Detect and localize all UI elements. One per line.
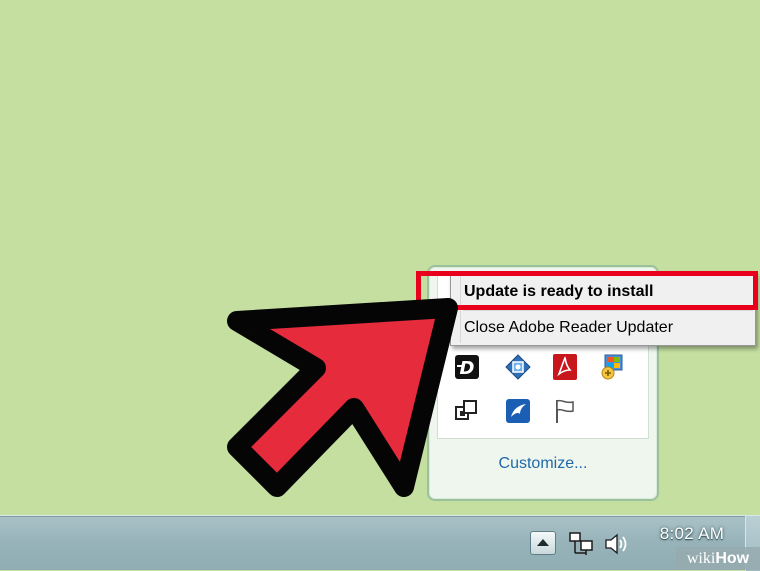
action-center-flag-icon[interactable] (550, 396, 580, 426)
windows-update-icon[interactable] (598, 352, 628, 382)
menu-item-update-ready-to-install[interactable]: Update is ready to install (453, 276, 753, 308)
taskbar-top-edge (0, 516, 760, 517)
watermark-how: How (715, 550, 750, 567)
show-hidden-icons-button[interactable] (530, 531, 556, 555)
svg-text:D: D (460, 358, 475, 379)
windows-switch-icon[interactable] (452, 396, 482, 426)
network-connector-icon[interactable] (503, 352, 533, 382)
dynamic-d-icon[interactable]: D (452, 352, 482, 382)
taskbar-clock[interactable]: 8:02 AM (652, 524, 732, 544)
speaker-volume-icon[interactable] (603, 531, 631, 557)
watermark-wiki: wiki (686, 550, 716, 567)
menu-separator (463, 310, 753, 311)
adobe-reader-icon[interactable] (550, 352, 580, 382)
wikihow-watermark: wikiHow (676, 547, 760, 570)
menu-item-close-adobe-reader-updater[interactable]: Close Adobe Reader Updater (453, 312, 753, 344)
context-menu: Update is ready to install Close Adobe R… (450, 272, 756, 346)
customize-link[interactable]: Customize... (429, 455, 657, 473)
chevron-up-icon (537, 539, 549, 546)
swallow-app-icon[interactable] (503, 396, 533, 426)
taskbar: 8:02 AM (0, 515, 760, 571)
network-icon[interactable] (568, 531, 594, 557)
